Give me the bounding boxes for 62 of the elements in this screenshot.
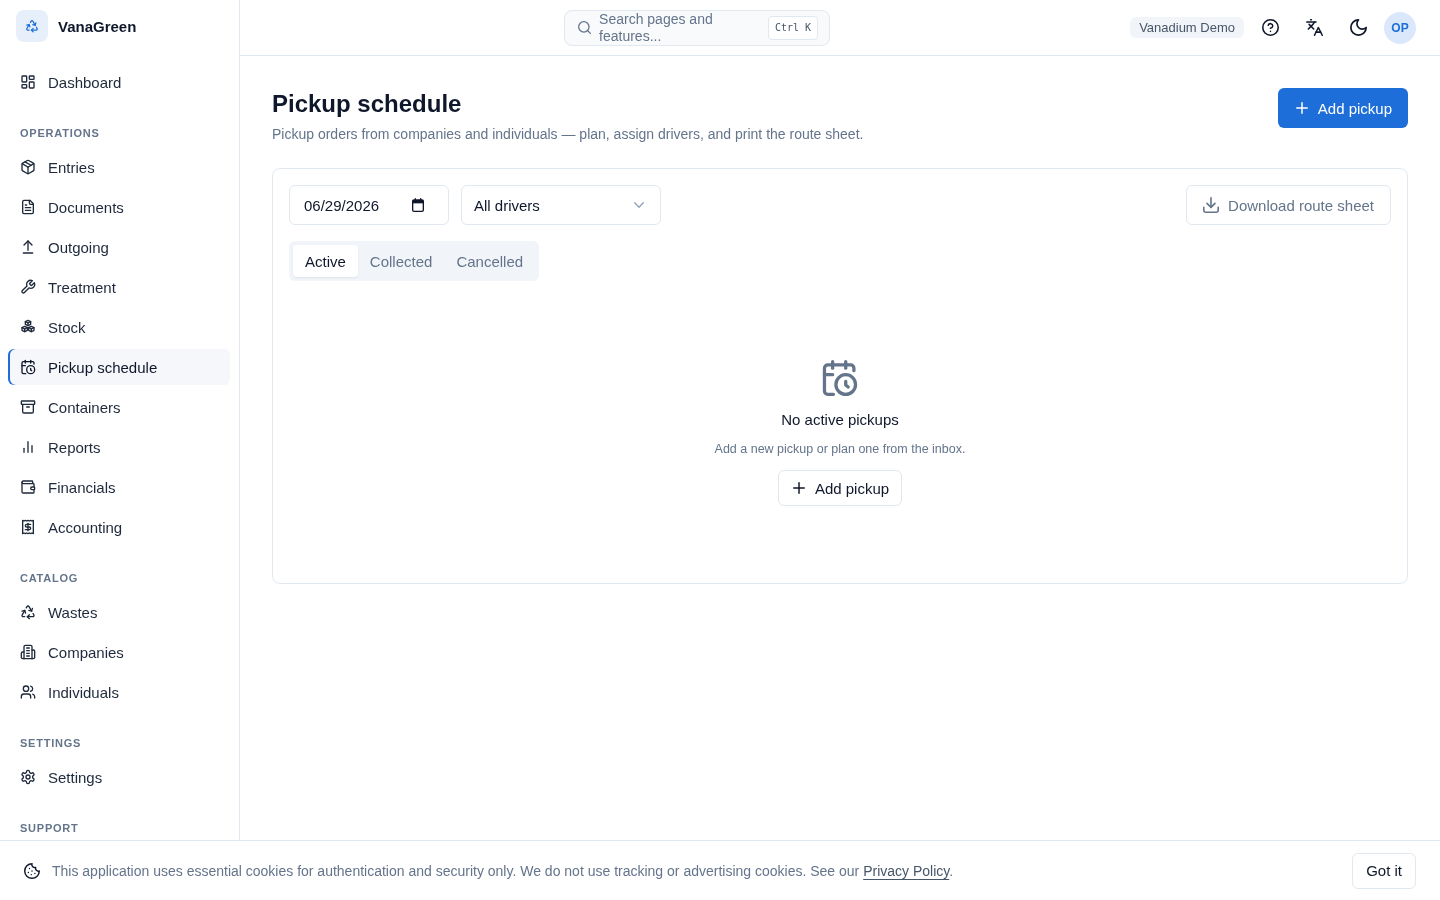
section-heading: CATALOG — [19, 571, 80, 586]
nav-item[interactable]: Entries — [8, 149, 230, 185]
date-field[interactable]: 06/29/2026 — [289, 185, 449, 225]
empty-state-message: Add a new pickup or plan one from the inbox. — [714, 441, 966, 458]
recycle-logo-icon — [16, 10, 48, 42]
dashboard-grid-icon — [20, 74, 36, 90]
driver-select[interactable]: All drivers — [461, 185, 661, 225]
calendar-clock-icon — [20, 359, 36, 375]
building-icon — [20, 644, 36, 660]
bar-chart-icon — [20, 439, 36, 455]
users-icon — [20, 684, 36, 700]
page-subtitle: Pickup orders from companies and individuals — plan, assign drivers, and print the route sheet. — [272, 125, 864, 144]
settings-icon — [20, 769, 36, 785]
nav-item[interactable]: Stock — [8, 309, 230, 345]
chevron-down-icon — [634, 202, 644, 208]
nav-item[interactable]: Containers — [8, 389, 230, 425]
document-icon — [20, 199, 36, 215]
receipt-icon — [20, 519, 36, 535]
nav-item[interactable]: Settings — [8, 759, 230, 795]
nav-item[interactable]: Individuals — [8, 674, 230, 710]
section-heading: SETTINGS — [19, 736, 83, 751]
nav-item[interactable]: Treatment — [8, 269, 230, 305]
wrench-icon — [20, 279, 36, 295]
nav-item[interactable]: Reports — [8, 429, 230, 465]
package-icon — [20, 159, 36, 175]
empty-state-title: No active pickups — [781, 410, 899, 430]
nav-item[interactable]: Outgoing — [8, 229, 230, 265]
nav-item[interactable]: Pickup schedule — [8, 349, 230, 385]
workspace-badge: Vanadium Demo — [1130, 17, 1244, 38]
status-tab[interactable]: Cancelled — [444, 245, 536, 277]
got-it-button[interactable]: Got it — [1352, 852, 1416, 889]
cookie-icon — [24, 862, 40, 879]
add-pickup-button[interactable]: Add pickup — [1277, 88, 1408, 128]
section-heading: SUPPORT — [19, 821, 80, 836]
help-icon — [1261, 19, 1279, 36]
nav-item[interactable]: Dashboard — [8, 64, 230, 100]
recycle-icon — [20, 604, 36, 620]
page-title: Pickup schedule — [272, 89, 463, 119]
add-pickup-button[interactable]: Add pickup — [777, 470, 903, 506]
nav-item[interactable]: Documents — [8, 189, 230, 225]
plus-icon — [1295, 102, 1308, 114]
status-tab[interactable]: Collected — [357, 245, 445, 277]
cookie-notice: This application uses essential cookies for authentication and security only. We do not use tracking or advertising cookies. See our Privacy Policy. — [52, 862, 954, 879]
wallet-icon — [20, 479, 36, 495]
status-tab[interactable]: Active — [293, 245, 358, 277]
translate-icon — [1305, 19, 1323, 36]
archive-icon — [20, 399, 36, 415]
moon-icon — [1349, 19, 1367, 36]
plus-icon — [792, 482, 805, 494]
nav-item[interactable]: Companies — [8, 634, 230, 670]
section-heading: OPERATIONS — [19, 126, 101, 141]
brand-name: VanaGreen — [58, 17, 137, 35]
nav-item[interactable]: Financials — [8, 469, 230, 505]
upload-icon — [20, 239, 36, 255]
calendar-clock-icon — [822, 360, 858, 396]
boxes-icon — [20, 319, 36, 335]
nav-item[interactable]: Wastes — [8, 594, 230, 630]
calendar-icon — [412, 198, 424, 212]
user-avatar[interactable]: OP — [1384, 11, 1416, 44]
search-icon — [578, 20, 592, 34]
download-icon — [1203, 197, 1220, 213]
nav-item[interactable]: Accounting — [8, 509, 230, 545]
